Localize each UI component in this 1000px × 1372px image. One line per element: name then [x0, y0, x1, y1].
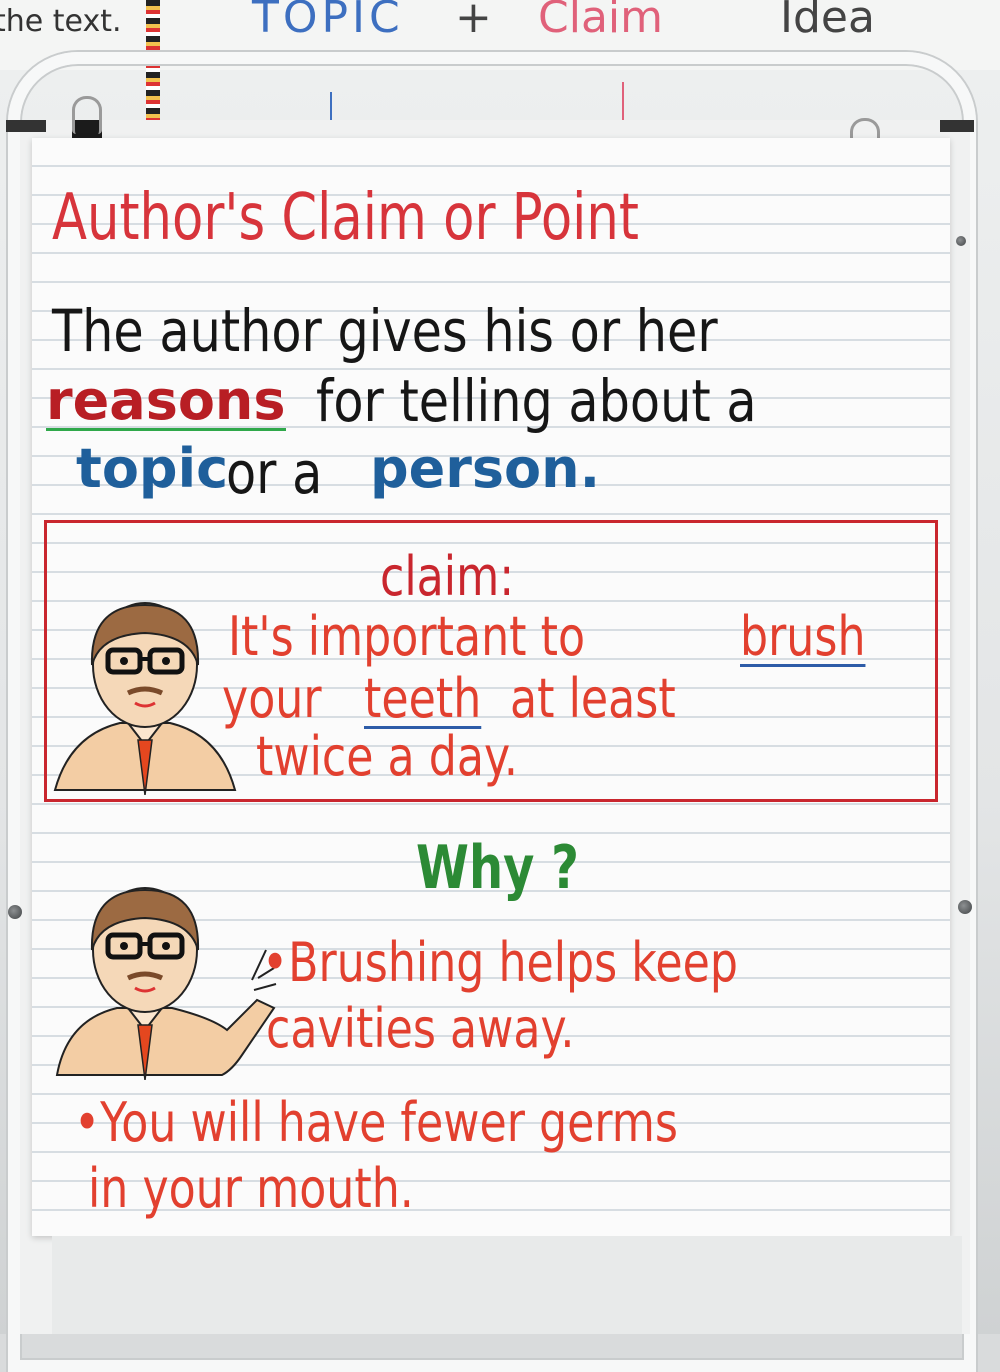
binder-clip-wire — [72, 96, 102, 134]
whiteboard-idea-word: Idea — [780, 0, 875, 43]
keyword-reasons: reasons — [46, 369, 286, 432]
whiteboard-topic-word: TOPIC — [252, 0, 404, 43]
claim-line-1: It's important to — [228, 605, 586, 668]
claim-label: claim: — [380, 545, 515, 608]
claim-line-2-suffix: at least — [510, 667, 676, 730]
claim-keyword-brush: brush — [740, 605, 866, 668]
paper-underlayer — [52, 1236, 962, 1334]
why-heading: Why ? — [416, 833, 579, 903]
keyword-person: person. — [370, 437, 601, 500]
reason-1-line-2: cavities away. — [266, 997, 575, 1060]
claim-line-3: twice a day. — [256, 725, 518, 788]
keyword-topic: topic — [76, 437, 229, 500]
claim-keyword-teeth: teeth — [364, 667, 482, 730]
author-illustration — [53, 602, 237, 795]
easel-screw — [956, 236, 966, 246]
easel-hook — [940, 120, 974, 132]
chart-title: Author's Claim or Point — [52, 181, 639, 255]
easel-screw — [958, 900, 972, 914]
definition-line-2: for telling about a — [316, 367, 757, 435]
whiteboard-claim-word: Claim — [538, 0, 663, 43]
definition-line-3: or a — [226, 439, 323, 507]
reason-2-line-2: in your mouth. — [88, 1157, 414, 1220]
easel-screw — [8, 905, 22, 919]
reason-2-line-1: •You will have fewer germs — [74, 1091, 678, 1154]
easel-hook — [6, 120, 46, 132]
reason-1-line-1: •Brushing helps keep — [262, 931, 738, 994]
whiteboard-left-text: the text. — [0, 4, 122, 39]
whiteboard-plus: + — [455, 0, 492, 43]
author-pointing-illustration — [55, 887, 277, 1080]
definition-line-1: The author gives his or her — [52, 297, 718, 365]
